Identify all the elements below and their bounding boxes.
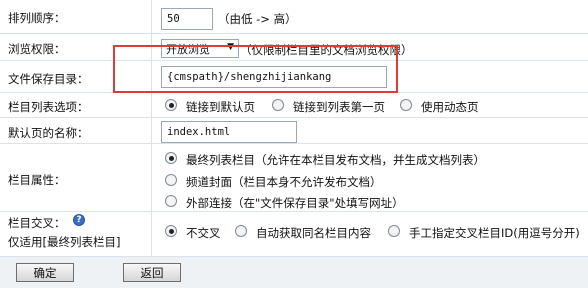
sort-order-hint: （由低 -> 高） bbox=[218, 12, 297, 26]
cross-label: 栏目交叉： bbox=[8, 216, 66, 230]
cross-label-auto: 自动获取同名栏目内容 bbox=[256, 226, 371, 240]
default-page-input[interactable]: index.html bbox=[161, 121, 297, 143]
highlight-annotation-box bbox=[113, 45, 398, 93]
save-dir-label: 文件保存目录： bbox=[8, 72, 89, 86]
list-option-label-dynamic: 使用动态页 bbox=[421, 100, 479, 114]
cross-label-none: 不交叉 bbox=[186, 226, 221, 240]
cross-radio-none[interactable] bbox=[165, 225, 177, 237]
column-attr-label-external-link: 外部连接（在"文件保存目录"处填写网址） bbox=[186, 196, 404, 210]
help-icon[interactable]: ? bbox=[73, 214, 85, 226]
column-attr-label-channel-cover: 频道封面（栏目本身不允许发布文档） bbox=[186, 175, 382, 189]
back-button[interactable]: 返回 bbox=[123, 263, 181, 282]
column-attr-radio-channel-cover[interactable] bbox=[165, 174, 177, 186]
list-option-radio-first-page[interactable] bbox=[272, 99, 284, 111]
column-divider bbox=[151, 0, 152, 256]
cross-radio-manual[interactable] bbox=[388, 225, 400, 237]
list-option-radio-default[interactable] bbox=[165, 99, 177, 111]
sort-order-input[interactable]: 50 bbox=[161, 8, 213, 30]
list-option-radio-dynamic[interactable] bbox=[400, 99, 412, 111]
cross-sublabel: 仅适用[最终列表栏目] bbox=[8, 235, 121, 249]
confirm-button[interactable]: 确定 bbox=[16, 263, 74, 282]
column-attr-radio-final-list[interactable] bbox=[165, 152, 177, 164]
column-attr-radio-external-link[interactable] bbox=[165, 195, 177, 207]
list-option-label-default: 链接到默认页 bbox=[186, 100, 255, 114]
cross-label-manual: 手工指定交叉栏目ID(用逗号分开) bbox=[409, 226, 580, 240]
list-option-label: 栏目列表选项： bbox=[8, 100, 89, 114]
form-footer bbox=[0, 256, 588, 288]
browse-permission-label: 浏览权限： bbox=[8, 42, 66, 56]
list-option-label-first-page: 链接到列表第一页 bbox=[293, 100, 385, 114]
default-page-label: 默认页的名称： bbox=[8, 126, 89, 140]
cross-radio-auto[interactable] bbox=[235, 225, 247, 237]
column-attr-label: 栏目属性： bbox=[8, 173, 66, 187]
sort-order-label: 排列顺序： bbox=[8, 11, 66, 25]
column-attr-label-final-list: 最终列表栏目（允许在本栏目发布文档，并生成文档列表） bbox=[186, 153, 485, 167]
